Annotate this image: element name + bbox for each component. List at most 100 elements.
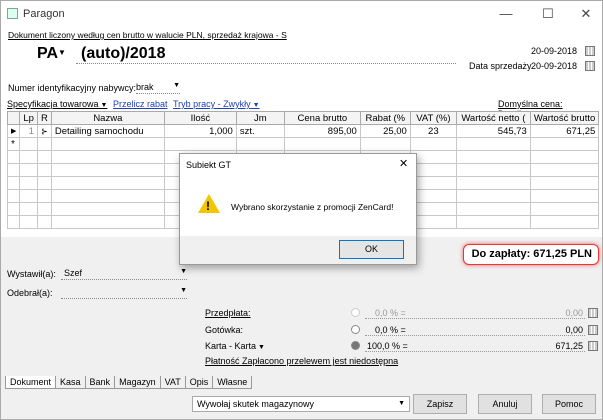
col-qty[interactable]: Ilość (163, 111, 237, 125)
buyer-id-label: Numer identyfikacyjny nabywcy: (8, 83, 137, 93)
empty-cell (50, 176, 165, 190)
empty-cell (455, 202, 531, 216)
col-net[interactable]: Wartość netto ( (455, 111, 531, 125)
issue-date-field[interactable]: 20-09-2018 (531, 45, 581, 57)
main-window: Paragon — ☐ ✕ Dokument liczony według ce… (0, 0, 603, 420)
cash-value[interactable]: 0,00 (565, 324, 583, 336)
cell-name[interactable]: Detailing samochodu (50, 124, 165, 138)
new-row[interactable]: * (6, 137, 600, 151)
tab-opis[interactable]: Opis (184, 376, 214, 389)
work-mode-dropdown[interactable]: Tryb pracy - Zwykły ▼ (173, 99, 260, 109)
empty-cell (19, 189, 38, 203)
row-selector-header (6, 111, 21, 125)
col-gross[interactable]: Wartość brutto (529, 111, 600, 125)
help-button[interactable]: Pomoc (542, 394, 596, 414)
prepay-radio[interactable] (351, 308, 360, 317)
new-row-icon: * (6, 137, 21, 151)
empty-cell (19, 163, 38, 177)
ok-button[interactable]: OK (339, 240, 404, 259)
close-icon[interactable]: ✕ (571, 4, 601, 24)
expand-icon[interactable]: ⊱ (41, 127, 48, 136)
save-button[interactable]: Zapisz (413, 394, 467, 414)
col-price[interactable]: Cena brutto (283, 111, 361, 125)
col-vat[interactable]: VAT (%) (409, 111, 457, 125)
calculator-icon[interactable] (588, 341, 598, 351)
col-discount[interactable]: Rabat (% (359, 111, 411, 125)
warehouse-effect-select[interactable]: Wywołaj skutek magazynowy ▼ (192, 396, 410, 412)
table-row[interactable]: ▶ 1 ⊱ Detailing samochodu 1,000 szt. 895… (6, 124, 600, 138)
doc-number[interactable]: (auto)/2018 (81, 45, 165, 63)
empty-cell (19, 137, 38, 151)
calculator-icon[interactable] (588, 308, 598, 318)
empty-cell (50, 163, 165, 177)
card-radio[interactable] (351, 341, 360, 350)
doc-type: PA (37, 45, 59, 62)
cash-label: Gotówka: (205, 325, 244, 335)
empty-cell (36, 176, 52, 190)
work-mode-label: Tryb pracy - Zwykły (173, 99, 251, 109)
warning-mark: ! (206, 199, 210, 213)
cell-discount[interactable]: 25,00 (359, 124, 411, 138)
row-pointer-icon: ▶ (6, 124, 21, 138)
chevron-down-icon: ▼ (180, 268, 187, 275)
empty-cell (19, 202, 38, 216)
calculator-icon[interactable] (588, 325, 598, 335)
minimize-icon[interactable]: — (491, 4, 521, 24)
calendar-icon[interactable] (585, 46, 595, 56)
empty-cell (409, 189, 457, 203)
chevron-down-icon: ▼ (250, 102, 260, 109)
empty-cell (409, 137, 457, 151)
doc-type-selector[interactable]: PA▼ (37, 45, 66, 63)
prepay-link[interactable]: Przedpłata: (205, 308, 251, 318)
col-name[interactable]: Nazwa (50, 111, 165, 125)
pricing-note[interactable]: Dokument liczony według cen brutto w wal… (8, 30, 287, 40)
empty-cell (6, 163, 21, 177)
col-r[interactable]: R (36, 111, 52, 125)
tab-kasa[interactable]: Kasa (55, 376, 86, 389)
transfer-note[interactable]: Płatność Zapłacono przelewem jest niedos… (205, 356, 398, 366)
cell-vat[interactable]: 23 (409, 124, 457, 138)
maximize-icon[interactable]: ☐ (533, 4, 563, 24)
spec-dropdown[interactable]: Specyfikacja towarowa ▼ (7, 99, 107, 109)
calendar-icon[interactable] (585, 61, 595, 71)
cell-qty[interactable]: 1,000 (163, 124, 237, 138)
issued-by-select[interactable]: Szef ▼ (61, 268, 187, 280)
empty-cell (36, 150, 52, 164)
cash-row: 0,0 % = 0,00 (365, 324, 585, 336)
cell-price[interactable]: 895,00 (283, 124, 361, 138)
recalc-discount-link[interactable]: Przelicz rabat (113, 99, 168, 109)
chevron-down-icon: ▼ (98, 102, 108, 109)
col-lp[interactable]: Lp (19, 111, 38, 125)
tab-wlasne[interactable]: Własne (212, 376, 253, 389)
cancel-button[interactable]: Anuluj (478, 394, 532, 414)
empty-cell (19, 176, 38, 190)
empty-cell (36, 215, 52, 229)
tab-magazyn[interactable]: Magazyn (114, 376, 161, 389)
card-dropdown[interactable]: Karta - Karta ▼ (205, 341, 265, 351)
tab-dokument[interactable]: Dokument (5, 376, 57, 389)
tab-bank[interactable]: Bank (84, 376, 116, 389)
empty-cell (529, 150, 600, 164)
spec-label: Specyfikacja towarowa (7, 99, 99, 109)
buyer-id-select[interactable]: brak ▼ (136, 82, 180, 94)
sale-date-field[interactable]: 20-09-2018 (531, 60, 581, 72)
empty-cell (163, 137, 237, 151)
col-unit[interactable]: Jm (235, 111, 285, 125)
cell-unit[interactable]: szt. (235, 124, 285, 138)
prepay-value[interactable]: 0,00 (565, 307, 583, 319)
cell-net[interactable]: 545,73 (455, 124, 531, 138)
to-pay-total: Do zapłaty: 671,25 PLN (463, 244, 599, 265)
empty-cell (6, 215, 21, 229)
empty-cell (50, 202, 165, 216)
cash-radio[interactable] (351, 325, 360, 334)
cell-gross[interactable]: 671,25 (529, 124, 600, 138)
buyer-id-value: brak (136, 82, 154, 92)
empty-cell (455, 163, 531, 177)
card-value[interactable]: 671,25 (555, 340, 583, 352)
app-icon (7, 8, 18, 19)
tab-vat[interactable]: VAT (159, 376, 186, 389)
issued-by-label: Wystawił(a): (7, 269, 56, 279)
empty-cell (455, 215, 531, 229)
received-by-select[interactable]: ▼ (61, 287, 187, 299)
close-icon[interactable]: ✕ (399, 157, 408, 170)
